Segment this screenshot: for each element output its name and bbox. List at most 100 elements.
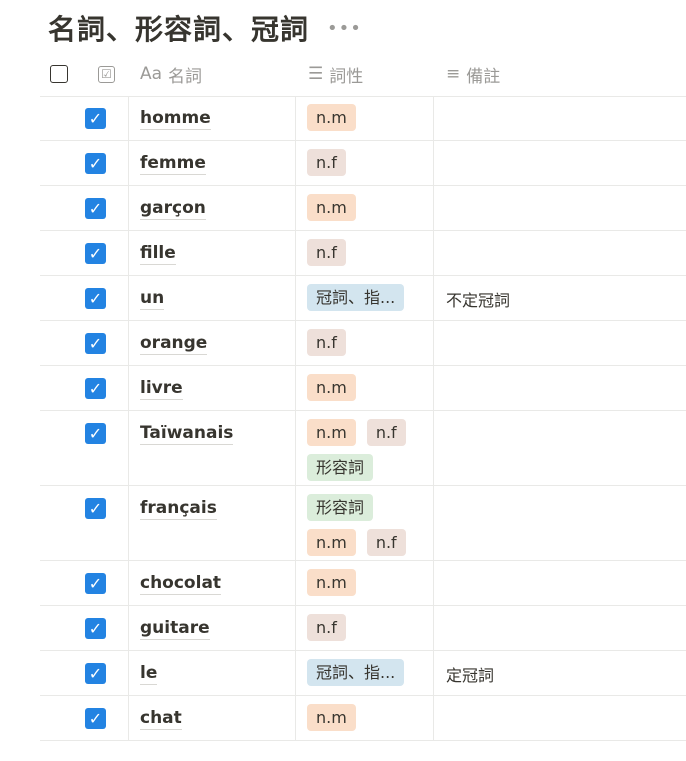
row-name[interactable]: homme <box>140 107 211 130</box>
name-cell[interactable]: chat <box>128 695 296 741</box>
type-cell[interactable]: n.m <box>295 695 434 741</box>
type-tag[interactable]: n.m <box>307 194 356 221</box>
note-cell[interactable] <box>433 96 686 141</box>
note-cell[interactable] <box>433 140 686 186</box>
type-tag[interactable]: 冠詞、指... <box>307 284 405 311</box>
name-cell[interactable]: un <box>128 275 296 321</box>
table-row: ✓ orange n.f <box>40 320 686 366</box>
checkbox-checked-icon[interactable]: ✓ <box>85 423 106 444</box>
table-row: ✓ fille n.f <box>40 230 686 276</box>
type-cell[interactable]: n.f <box>295 605 434 651</box>
checkbox-cell: ✓ <box>40 140 129 186</box>
type-tag[interactable]: 冠詞、指... <box>307 659 405 686</box>
type-tag[interactable]: n.m <box>307 419 356 446</box>
checkbox-checked-icon[interactable]: ✓ <box>85 708 106 729</box>
note-cell[interactable] <box>433 410 686 486</box>
checkbox-checked-icon[interactable]: ✓ <box>85 243 106 264</box>
note-cell[interactable] <box>433 365 686 411</box>
type-cell[interactable]: n.m <box>295 96 434 141</box>
note-cell[interactable] <box>433 230 686 276</box>
text-property-icon: Aa <box>140 64 163 84</box>
note-cell[interactable]: 不定冠詞 <box>433 275 686 321</box>
type-tag[interactable]: n.f <box>307 614 346 641</box>
type-tag[interactable]: n.m <box>307 104 356 131</box>
checkbox-checked-icon[interactable]: ✓ <box>85 378 106 399</box>
column-header-note[interactable]: ≡ 備註 <box>446 62 500 87</box>
name-cell[interactable]: homme <box>128 96 296 141</box>
type-cell[interactable]: n.f <box>295 140 434 186</box>
type-cell[interactable]: 形容詞 n.m n.f <box>295 485 434 561</box>
type-tag[interactable]: n.f <box>307 239 346 266</box>
name-cell[interactable]: fille <box>128 230 296 276</box>
checkbox-checked-icon[interactable]: ✓ <box>85 498 106 519</box>
column-label: 詞性 <box>329 66 364 87</box>
column-label: 備註 <box>466 66 501 87</box>
checkbox-cell: ✓ <box>40 695 129 741</box>
name-cell[interactable]: garçon <box>128 185 296 231</box>
more-options-icon[interactable]: ••• <box>327 18 362 39</box>
note-cell[interactable]: 定冠詞 <box>433 650 686 696</box>
checkbox-checked-icon[interactable]: ✓ <box>85 663 106 684</box>
note-cell[interactable] <box>433 485 686 561</box>
row-name[interactable]: le <box>140 662 158 685</box>
row-name[interactable]: garçon <box>140 197 206 220</box>
row-name[interactable]: un <box>140 287 165 310</box>
table-header: ☑ Aa 名詞 ☰ 詞性 ≡ 備註 <box>40 52 686 97</box>
type-tag[interactable]: n.m <box>307 374 356 401</box>
name-cell[interactable]: Taïwanais <box>128 410 296 486</box>
checkbox-column-icon[interactable]: ☑ <box>98 65 115 83</box>
checkbox-checked-icon[interactable]: ✓ <box>85 108 106 129</box>
row-name[interactable]: Taïwanais <box>140 422 234 445</box>
name-cell[interactable]: français <box>128 485 296 561</box>
name-cell[interactable]: chocolat <box>128 560 296 606</box>
checkbox-cell: ✓ <box>40 96 129 141</box>
type-tag[interactable]: n.m <box>307 704 356 731</box>
type-tag[interactable]: n.m <box>307 569 356 596</box>
name-cell[interactable]: livre <box>128 365 296 411</box>
note-cell[interactable] <box>433 185 686 231</box>
note-cell[interactable] <box>433 605 686 651</box>
note-cell[interactable] <box>433 560 686 606</box>
type-tag[interactable]: n.m <box>307 529 356 556</box>
type-tag[interactable]: n.f <box>366 529 406 556</box>
type-tag[interactable]: 形容詞 <box>307 454 374 481</box>
type-cell[interactable]: n.m <box>295 560 434 606</box>
name-cell[interactable]: guitare <box>128 605 296 651</box>
row-name[interactable]: chocolat <box>140 572 222 595</box>
row-name[interactable]: orange <box>140 332 208 355</box>
note-cell[interactable] <box>433 320 686 366</box>
column-header-name[interactable]: Aa 名詞 <box>140 62 202 87</box>
type-cell[interactable]: n.f <box>295 230 434 276</box>
type-cell[interactable]: n.m <box>295 365 434 411</box>
name-cell[interactable]: femme <box>128 140 296 186</box>
row-name[interactable]: guitare <box>140 617 210 640</box>
checkbox-checked-icon[interactable]: ✓ <box>85 618 106 639</box>
row-name[interactable]: femme <box>140 152 206 175</box>
row-name[interactable]: fille <box>140 242 176 265</box>
select-all-checkbox[interactable] <box>50 65 68 83</box>
type-cell[interactable]: n.m n.f 形容詞 <box>295 410 434 486</box>
name-cell[interactable]: le <box>128 650 296 696</box>
checkbox-checked-icon[interactable]: ✓ <box>85 198 106 219</box>
row-name[interactable]: français <box>140 497 217 520</box>
type-tag[interactable]: n.f <box>307 329 346 356</box>
checkbox-checked-icon[interactable]: ✓ <box>85 288 106 309</box>
checkbox-checked-icon[interactable]: ✓ <box>85 573 106 594</box>
checkbox-checked-icon[interactable]: ✓ <box>85 153 106 174</box>
database-table: ✓ homme n.m ✓ femme n.f ✓ garçon n.m ✓ f… <box>40 96 686 741</box>
name-cell[interactable]: orange <box>128 320 296 366</box>
column-header-type[interactable]: ☰ 詞性 <box>308 62 363 87</box>
row-name[interactable]: chat <box>140 707 182 730</box>
type-cell[interactable]: 冠詞、指... <box>295 650 434 696</box>
type-cell[interactable]: n.f <box>295 320 434 366</box>
type-cell[interactable]: 冠詞、指... <box>295 275 434 321</box>
type-cell[interactable]: n.m <box>295 185 434 231</box>
row-name[interactable]: livre <box>140 377 183 400</box>
checkbox-checked-icon[interactable]: ✓ <box>85 333 106 354</box>
multi-select-icon: ☰ <box>308 64 324 84</box>
type-tag[interactable]: 形容詞 <box>307 494 374 521</box>
type-tag[interactable]: n.f <box>307 149 346 176</box>
type-tag[interactable]: n.f <box>366 419 406 446</box>
note-cell[interactable] <box>433 695 686 741</box>
checkbox-cell: ✓ <box>40 605 129 651</box>
